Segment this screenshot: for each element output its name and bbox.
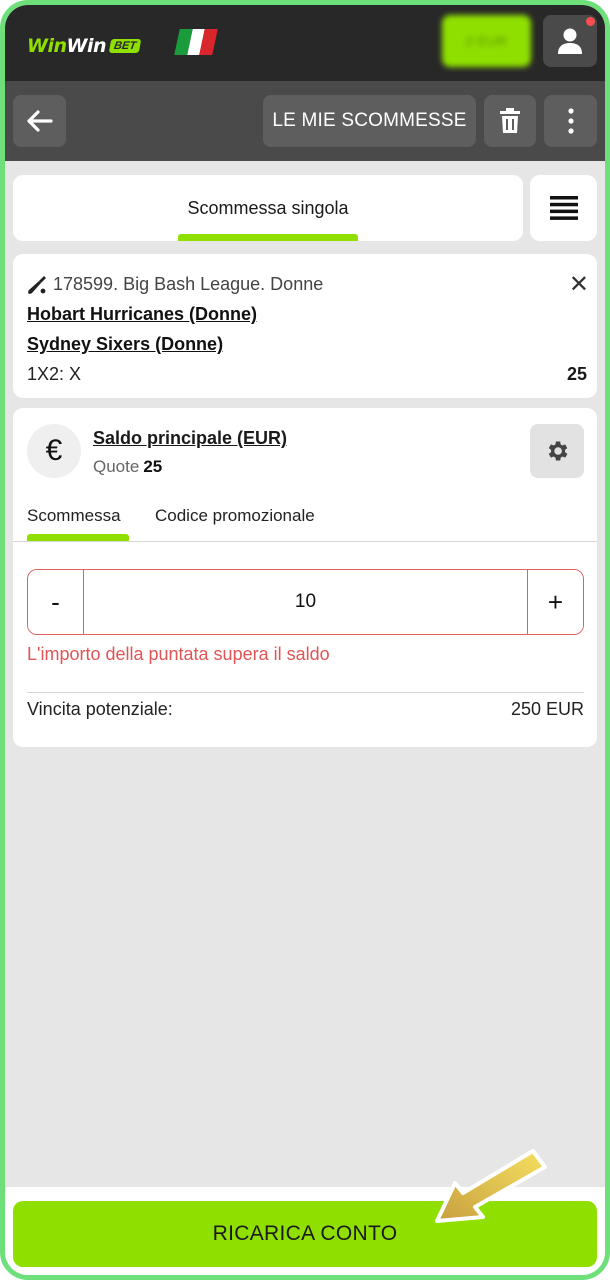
- league-name: 178599. Big Bash League. Donne: [53, 274, 324, 294]
- logo-text-part-1: Win: [27, 35, 67, 57]
- user-icon: [558, 28, 582, 54]
- event-league: 178599. Big Bash League. Donne: [27, 274, 323, 295]
- logo-text-part-2: Win: [66, 35, 107, 57]
- tab-promo-code[interactable]: Codice promozionale: [155, 506, 315, 526]
- bet-selection-card: 178599. Big Bash League. Donne ✕ Hobart …: [13, 254, 597, 398]
- stake-card: € Saldo principale (EUR) Quote 25 Scommes…: [13, 408, 597, 747]
- quote-value: 25: [143, 457, 163, 476]
- team-home-link[interactable]: Hobart Hurricanes (Donne): [27, 304, 257, 325]
- bottom-bar: RICARICA CONTO: [5, 1187, 605, 1275]
- stake-stepper: - 10 +: [27, 569, 584, 635]
- gear-icon: [548, 441, 568, 461]
- notification-dot: [586, 17, 595, 26]
- team-away-link[interactable]: Sydney Sixers (Donne): [27, 334, 223, 355]
- balance-label: 0 EUR: [465, 33, 508, 49]
- stake-error-message: L'importo della puntata supera il saldo: [27, 644, 330, 664]
- active-subtab-indicator: [27, 534, 129, 541]
- logo-badge: BET: [108, 39, 142, 53]
- active-tab-indicator: [178, 234, 358, 241]
- tab-single-bet[interactable]: Scommessa singola: [13, 198, 523, 219]
- quote-line: Quote 25: [93, 457, 162, 477]
- potential-win-label: Vincita potenziale:: [27, 699, 173, 719]
- potential-win-value: 250 EUR: [510, 699, 584, 719]
- list-icon: [549, 196, 578, 220]
- more-vertical-icon: [567, 108, 574, 134]
- stake-amount-input[interactable]: 10: [84, 570, 527, 634]
- trash-icon: [500, 108, 520, 133]
- my-bets-label: LE MIE SCOMMESSE: [272, 110, 467, 131]
- divider: [13, 541, 597, 542]
- winwin-logo[interactable]: WinWin BET: [27, 33, 142, 59]
- increase-stake-button[interactable]: +: [527, 570, 583, 634]
- more-options-button[interactable]: [544, 95, 597, 147]
- euro-icon: €: [27, 424, 81, 478]
- balance-button[interactable]: 0 EUR: [442, 15, 531, 67]
- quote-label: Quote: [93, 457, 140, 476]
- selection-odds: 25: [566, 364, 587, 384]
- app-frame: WinWin BET 0 EUR LE MIE SCOMMESSE Scomme…: [0, 0, 610, 1280]
- bet-type-menu-button[interactable]: [530, 175, 597, 241]
- remove-selection-button[interactable]: ✕: [569, 270, 589, 299]
- top-header: WinWin BET 0 EUR: [5, 5, 605, 81]
- divider: [27, 692, 584, 693]
- balance-account-link[interactable]: Saldo principale (EUR): [93, 428, 287, 449]
- bet-type-tabs: Scommessa singola: [13, 175, 523, 241]
- italy-flag-icon[interactable]: [174, 29, 218, 55]
- my-bets-button[interactable]: LE MIE SCOMMESSE: [263, 95, 476, 147]
- arrow-left-icon: [26, 110, 53, 132]
- betslip-toolbar: LE MIE SCOMMESSE: [5, 81, 605, 161]
- tab-stake[interactable]: Scommessa: [27, 506, 121, 526]
- cricket-bat-icon: [28, 275, 46, 294]
- market-outcome: 1X2: X: [27, 364, 82, 384]
- decrease-stake-button[interactable]: -: [28, 570, 84, 634]
- clear-betslip-button[interactable]: [484, 95, 536, 147]
- recharge-account-button[interactable]: RICARICA CONTO: [13, 1201, 597, 1267]
- back-button[interactable]: [13, 95, 66, 147]
- settings-button[interactable]: [530, 424, 584, 478]
